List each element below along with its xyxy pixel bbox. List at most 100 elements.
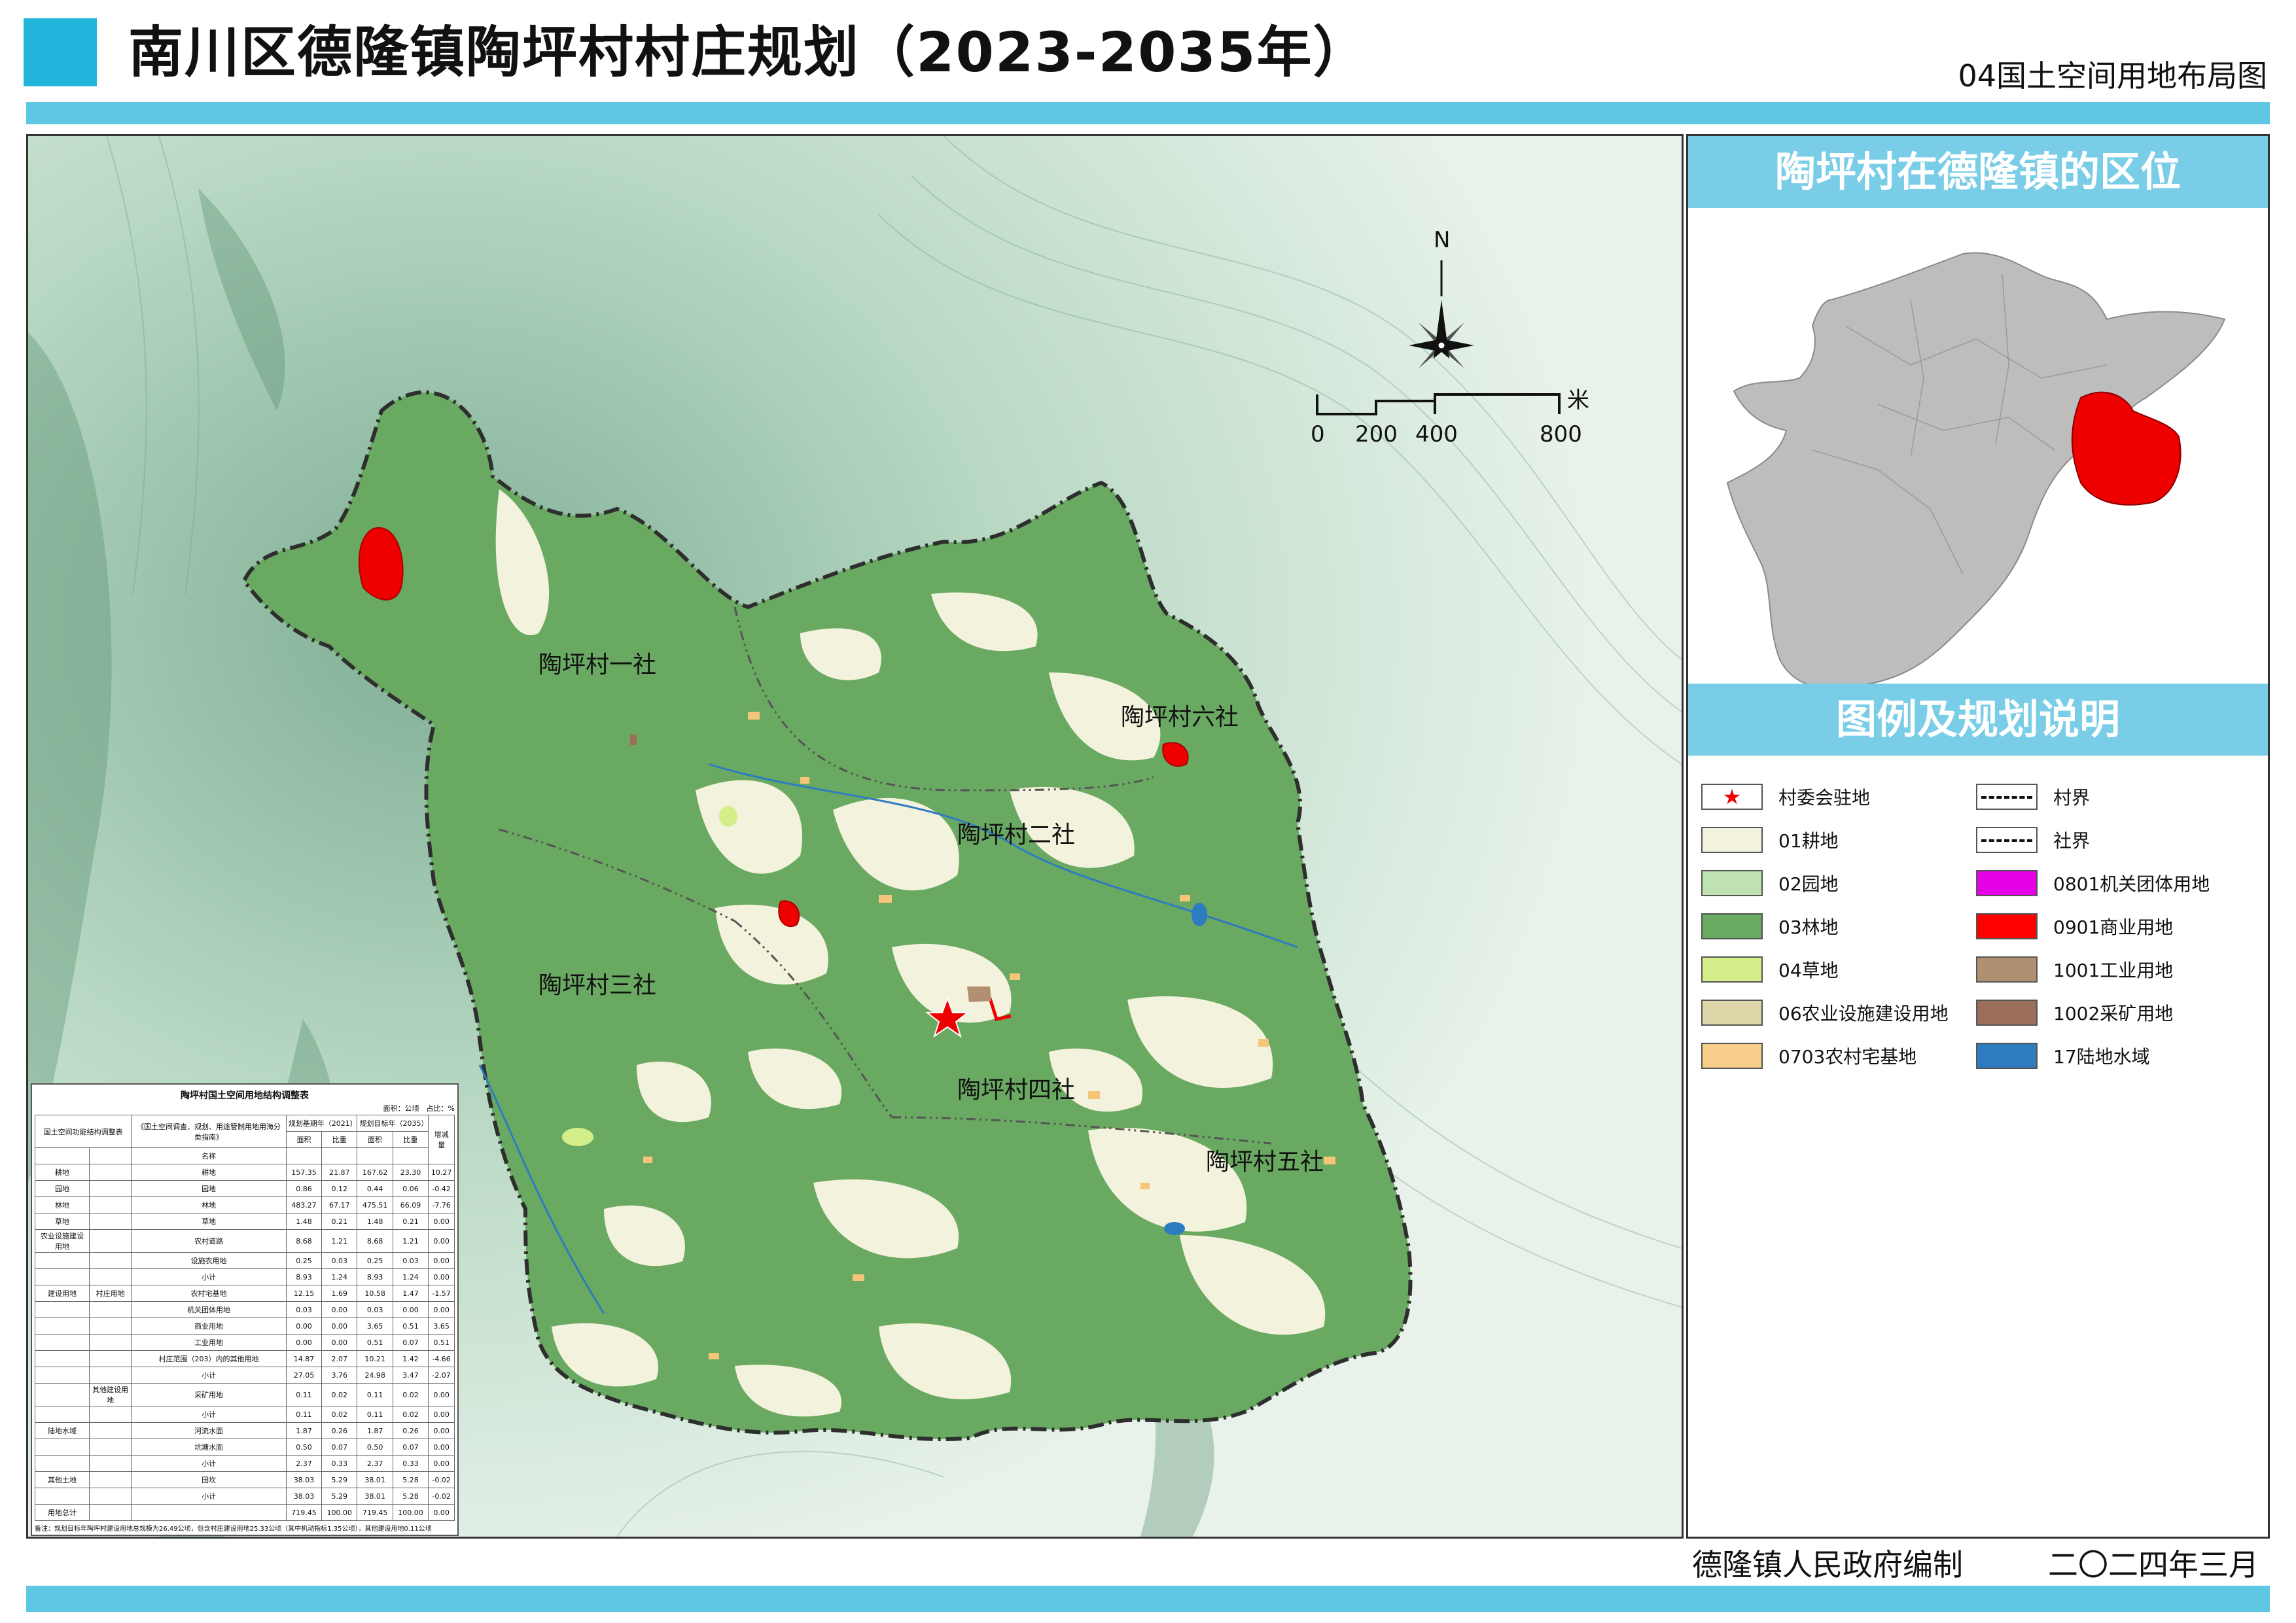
stats-cell-g1: 陆地水域 <box>35 1422 90 1439</box>
stats-cell-r2: 0.00 <box>392 1301 429 1318</box>
stats-cell-name: 田坎 <box>131 1471 287 1488</box>
legend-swatch-line <box>1976 827 2038 853</box>
stats-cell-r2: 0.07 <box>392 1439 429 1456</box>
stats-cell-a2: 8.93 <box>357 1268 393 1285</box>
stats-cell-r2: 0.51 <box>392 1318 429 1335</box>
stats-row: 建设用地 村庄用地 农村宅基地 12.15 1.69 10.58 1.47 -1.57 <box>35 1285 455 1302</box>
stats-cell-g2 <box>88 1367 132 1384</box>
legend-item: 1001工业用地 <box>1976 953 2173 986</box>
stats-cell-name: 小计 <box>131 1455 287 1472</box>
stats-cell-a2: 1.48 <box>357 1213 393 1230</box>
stats-header-change: 增减量 <box>428 1115 455 1164</box>
legend-item: ★ 村委会驻地 <box>1701 780 1870 813</box>
legend-item: 03林地 <box>1701 910 1839 943</box>
stats-row: 用地总计 719.45 100.00 719.45 100.00 0.00 <box>35 1504 455 1521</box>
stats-cell-g1 <box>35 1252 90 1269</box>
stats-cell-g2 <box>88 1471 132 1488</box>
stats-cell-r2: 0.26 <box>392 1422 429 1439</box>
stats-cell-r1: 0.33 <box>321 1455 358 1472</box>
stats-cell-d: 0.00 <box>428 1504 455 1521</box>
stats-row: 林地 林地 483.27 67.17 475.51 66.09 -7.76 <box>35 1196 455 1213</box>
stats-cell-d: -4.66 <box>428 1350 455 1367</box>
stats-cell-g2: 其他建设用地 <box>88 1383 132 1406</box>
location-panel-title: 陶坪村在德隆镇的区位 <box>1688 136 2268 208</box>
label-group-1: 陶坪村一社 <box>539 652 656 678</box>
stats-cell-a1: 0.11 <box>285 1406 323 1423</box>
stats-cell-d: 0.00 <box>428 1422 455 1439</box>
scale-label-200: 200 <box>1355 421 1398 447</box>
stats-cell-r2: 0.21 <box>392 1213 429 1230</box>
stats-cell-name: 小计 <box>131 1367 287 1384</box>
stats-cell-g2 <box>88 1196 132 1213</box>
stats-cell-g2 <box>88 1180 132 1197</box>
stats-cell-name: 林地 <box>131 1196 287 1213</box>
stats-cell-name: 草地 <box>131 1213 287 1230</box>
stats-cell-r1: 1.21 <box>321 1229 358 1253</box>
stats-cell-name: 耕地 <box>131 1164 287 1181</box>
stats-row: 工业用地 0.00 0.00 0.51 0.07 0.51 <box>35 1334 455 1351</box>
label-group-2: 陶坪村二社 <box>957 822 1075 848</box>
stats-cell-name: 商业用地 <box>131 1318 287 1335</box>
stats-cell-a2: 1.87 <box>357 1422 393 1439</box>
legend-label: 村委会驻地 <box>1778 787 1871 809</box>
stats-cell-r2: 1.47 <box>392 1285 429 1302</box>
stats-cell-g1 <box>35 1334 90 1351</box>
stats-cell-r2: 0.33 <box>392 1455 429 1472</box>
legend-item: 0801机关团体用地 <box>1976 867 2210 899</box>
stats-cell-r1: 1.24 <box>321 1268 358 1285</box>
stats-cell-d: 0.00 <box>428 1213 455 1230</box>
stats-cell-g1 <box>35 1268 90 1285</box>
legend-item: 01耕地 <box>1701 824 1839 856</box>
stats-cell-r2: 1.21 <box>392 1229 429 1253</box>
stats-cell-g1: 园地 <box>35 1180 90 1197</box>
stats-cell-d: -0.42 <box>428 1180 455 1197</box>
legend-swatch <box>1701 956 1763 983</box>
stats-cell-d: 0.00 <box>428 1439 455 1456</box>
stats-cell-name <box>131 1504 287 1521</box>
stats-row: 陆地水域 河流水面 1.87 0.26 1.87 0.26 0.00 <box>35 1422 455 1439</box>
legend-label: 01耕地 <box>1778 830 1839 852</box>
stats-cell-g2 <box>88 1252 132 1269</box>
stats-cell-a1: 8.68 <box>285 1229 323 1253</box>
stats-table-note: 备注：规划目标年陶坪村建设用地总规模为26.49公顷，包含村庄建设用地25.33… <box>35 1526 432 1533</box>
stats-cell-a1: 0.50 <box>285 1439 323 1456</box>
stats-cell-name: 园地 <box>131 1180 287 1197</box>
legend-swatch <box>1701 827 1763 853</box>
legend-label: 村界 <box>2053 787 2091 809</box>
label-group-4: 陶坪村四社 <box>957 1077 1075 1104</box>
stats-row: 设施农用地 0.25 0.03 0.25 0.03 0.00 <box>35 1252 455 1269</box>
stats-cell-name: 设施农用地 <box>131 1252 287 1269</box>
stats-row: 园地 园地 0.86 0.12 0.44 0.06 -0.42 <box>35 1180 455 1197</box>
legend-swatch <box>1701 1000 1763 1026</box>
stats-cell-r2: 5.28 <box>392 1488 429 1505</box>
legend-item: 06农业设施建设用地 <box>1701 996 1949 1029</box>
stats-cell-name: 小计 <box>131 1406 287 1423</box>
stats-cell-g1: 农业设施建设用地 <box>35 1229 90 1253</box>
stats-cell-a1: 12.15 <box>285 1285 323 1302</box>
stats-cell-g1 <box>35 1367 90 1384</box>
stats-cell-d: -0.02 <box>428 1488 455 1505</box>
stats-cell-name: 机关团体用地 <box>131 1301 287 1318</box>
main-map[interactable]: 陶坪村一社 陶坪村二社 陶坪村三社 陶坪村四社 陶坪村五社 陶坪村六社 N 米 … <box>26 134 1684 1539</box>
legend-item: 17陆地水域 <box>1976 1039 2150 1072</box>
stats-cell-r1: 0.02 <box>321 1406 358 1423</box>
location-map[interactable] <box>1714 234 2238 712</box>
stats-row: 机关团体用地 0.03 0.00 0.03 0.00 0.00 <box>35 1301 455 1318</box>
stats-cell-d: 0.00 <box>428 1406 455 1423</box>
stats-cell-r1: 0.07 <box>321 1439 358 1456</box>
stats-cell-g1 <box>35 1350 90 1367</box>
stats-cell-g2 <box>88 1301 132 1318</box>
stats-cell-r1: 0.00 <box>321 1301 358 1318</box>
stats-cell-r1: 0.26 <box>321 1422 358 1439</box>
stats-cell-r2: 23.30 <box>392 1164 429 1181</box>
stats-cell-g2 <box>88 1164 132 1181</box>
stats-cell-a1: 719.45 <box>285 1504 323 1521</box>
taoping-village-highlight <box>2071 391 2181 506</box>
header-marker <box>24 18 97 86</box>
stats-cell-a2: 719.45 <box>357 1504 393 1521</box>
stats-cell-a1: 38.03 <box>285 1488 323 1505</box>
stats-cell-g1 <box>35 1406 90 1423</box>
compass-north-label: N <box>1434 227 1450 253</box>
stats-cell-g1: 林地 <box>35 1196 90 1213</box>
stats-cell-g1: 草地 <box>35 1213 90 1230</box>
